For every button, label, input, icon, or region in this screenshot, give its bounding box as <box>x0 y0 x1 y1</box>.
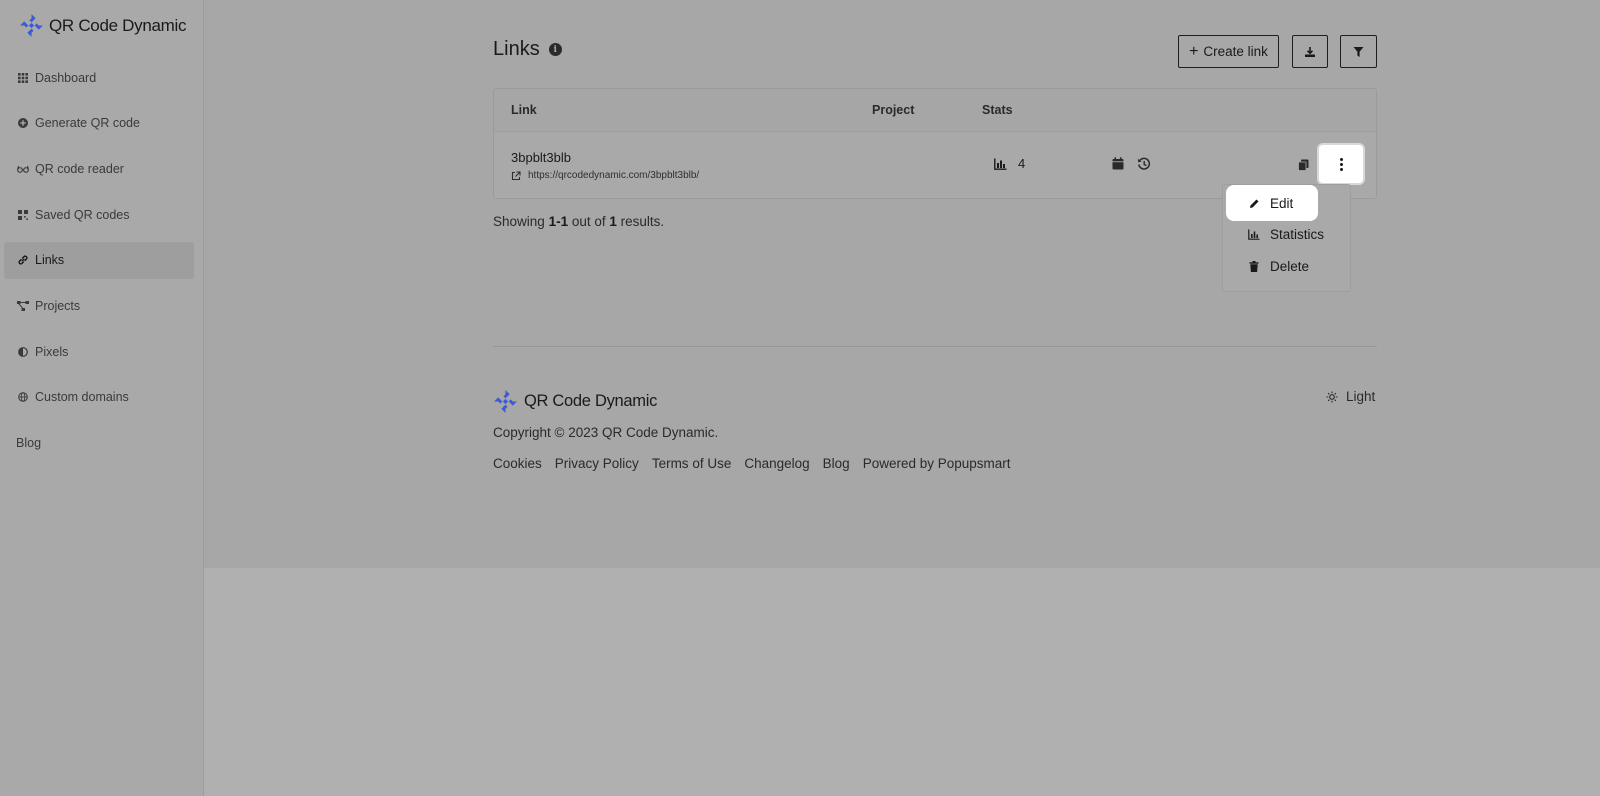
page-background <box>204 568 1600 796</box>
pencil-icon <box>1248 197 1260 209</box>
column-header-stats: Stats <box>982 103 1013 117</box>
sidebar-item-label: Pixels <box>35 344 69 359</box>
link-url[interactable]: https://qrcodedynamic.com/3bpblt3blb/ <box>511 170 699 181</box>
trash-icon <box>1248 260 1260 272</box>
results-middle: out of <box>571 214 606 229</box>
qr-logo-icon <box>494 390 517 413</box>
results-total: 1 <box>609 214 617 229</box>
qr-logo-icon <box>20 14 43 37</box>
sidebar-item-links[interactable]: Links <box>4 241 194 279</box>
footer-link-blog[interactable]: Blog <box>823 456 850 471</box>
footer-link-cookies[interactable]: Cookies <box>493 456 542 471</box>
footer-brand[interactable]: QR Code Dynamic <box>493 389 657 414</box>
history-icon[interactable] <box>1137 157 1151 171</box>
brand-name: QR Code Dynamic <box>49 15 187 35</box>
glasses-icon <box>17 163 29 175</box>
info-icon[interactable]: i <box>548 43 562 56</box>
footer-brand-name: QR Code Dynamic <box>524 392 658 410</box>
sidebar-item-dashboard[interactable]: Dashboard <box>4 59 194 96</box>
menu-item-delete[interactable]: Delete <box>1226 248 1344 284</box>
table-header: Link Project Stats <box>494 89 1376 132</box>
sidebar-item-custom-domains[interactable]: Custom domains <box>4 379 194 416</box>
theme-label: Light <box>1346 389 1376 404</box>
results-prefix: Showing <box>493 214 545 229</box>
results-summary: Showing 1-1 out of 1 results. <box>493 214 664 229</box>
links-table: Link Project Stats 3bpblt3blb https://qr… <box>493 88 1377 199</box>
row-options-button[interactable] <box>1319 145 1363 183</box>
filter-icon <box>1353 46 1364 57</box>
qr-icon <box>17 209 29 221</box>
create-link-button[interactable]: + Create link <box>1178 35 1279 68</box>
plus-icon: + <box>1189 42 1199 60</box>
link-stats[interactable]: 4 <box>994 156 1025 171</box>
footer-link-terms-of-use[interactable]: Terms of Use <box>652 456 732 471</box>
calendar-icon[interactable] <box>1112 157 1124 170</box>
column-header-project: Project <box>872 103 915 117</box>
sidebar-item-label: Dashboard <box>35 70 97 85</box>
chart-bar-icon <box>1248 228 1260 240</box>
grid-icon <box>17 72 29 84</box>
link-icon <box>17 254 29 266</box>
footer-link-privacy-policy[interactable]: Privacy Policy <box>555 456 639 471</box>
sidebar: QR Code Dynamic Dashboard Generate QR co… <box>0 0 204 796</box>
half-circle-icon <box>17 346 29 358</box>
chart-bar-icon <box>994 158 1007 170</box>
footer-link-changelog[interactable]: Changelog <box>744 456 809 471</box>
sidebar-item-saved-qr-codes[interactable]: Saved QR codes <box>4 196 194 233</box>
link-stats-value: 4 <box>1018 156 1026 171</box>
theme-toggle[interactable]: Light <box>1326 389 1375 404</box>
results-suffix: results. <box>620 214 665 229</box>
create-link-label: Create link <box>1203 44 1268 59</box>
ellipsis-vertical-icon <box>1339 157 1343 171</box>
page-title: Links i <box>493 38 562 61</box>
sidebar-item-label: Saved QR codes <box>35 207 130 222</box>
main-content <box>204 0 1600 568</box>
copy-icon[interactable] <box>1298 159 1309 171</box>
sidebar-item-qr-code-reader[interactable]: QR code reader <box>4 150 194 187</box>
download-button[interactable] <box>1292 35 1328 68</box>
external-link-icon <box>511 170 521 180</box>
footer-links: Cookies Privacy Policy Terms of Use Chan… <box>493 456 1024 471</box>
sidebar-item-label: Custom domains <box>35 390 129 405</box>
menu-item-label: Statistics <box>1270 226 1325 242</box>
row-options-menu: Edit Statistics Delete <box>1222 184 1351 292</box>
sidebar-item-label: QR code reader <box>35 161 124 176</box>
sidebar-item-projects[interactable]: Projects <box>4 287 194 324</box>
sun-icon <box>1326 391 1338 402</box>
sidebar-item-label: Projects <box>35 298 81 313</box>
menu-item-label: Delete <box>1270 258 1310 274</box>
copyright-text: Copyright © 2023 QR Code Dynamic. <box>493 425 719 440</box>
brand-logo-link[interactable]: QR Code Dynamic <box>19 13 187 38</box>
project-diagram-icon <box>17 300 29 312</box>
filter-button[interactable] <box>1340 35 1377 68</box>
link-url-text: https://qrcodedynamic.com/3bpblt3blb/ <box>528 170 700 181</box>
sidebar-item-pixels[interactable]: Pixels <box>4 333 194 370</box>
results-range: 1-1 <box>548 214 569 229</box>
menu-item-statistics[interactable]: Statistics <box>1226 216 1344 252</box>
sidebar-nav: Dashboard Generate QR code QR code reade… <box>4 59 194 425</box>
sidebar-item-label: Links <box>35 253 65 268</box>
menu-item-label: Edit <box>1270 195 1294 211</box>
link-title[interactable]: 3bpblt3blb <box>511 150 571 165</box>
sidebar-item-blog[interactable]: Blog <box>16 436 41 450</box>
globe-icon <box>17 391 29 403</box>
footer-divider <box>493 346 1377 347</box>
column-header-link: Link <box>511 103 537 117</box>
sidebar-item-generate-qr-code[interactable]: Generate QR code <box>4 105 194 142</box>
page-title-text: Links <box>493 38 540 60</box>
download-icon <box>1305 46 1315 57</box>
plus-circle-icon <box>17 117 29 129</box>
footer-link-powered-by[interactable]: Powered by Popupsmart <box>863 456 1011 471</box>
sidebar-item-label: Generate QR code <box>35 116 140 131</box>
